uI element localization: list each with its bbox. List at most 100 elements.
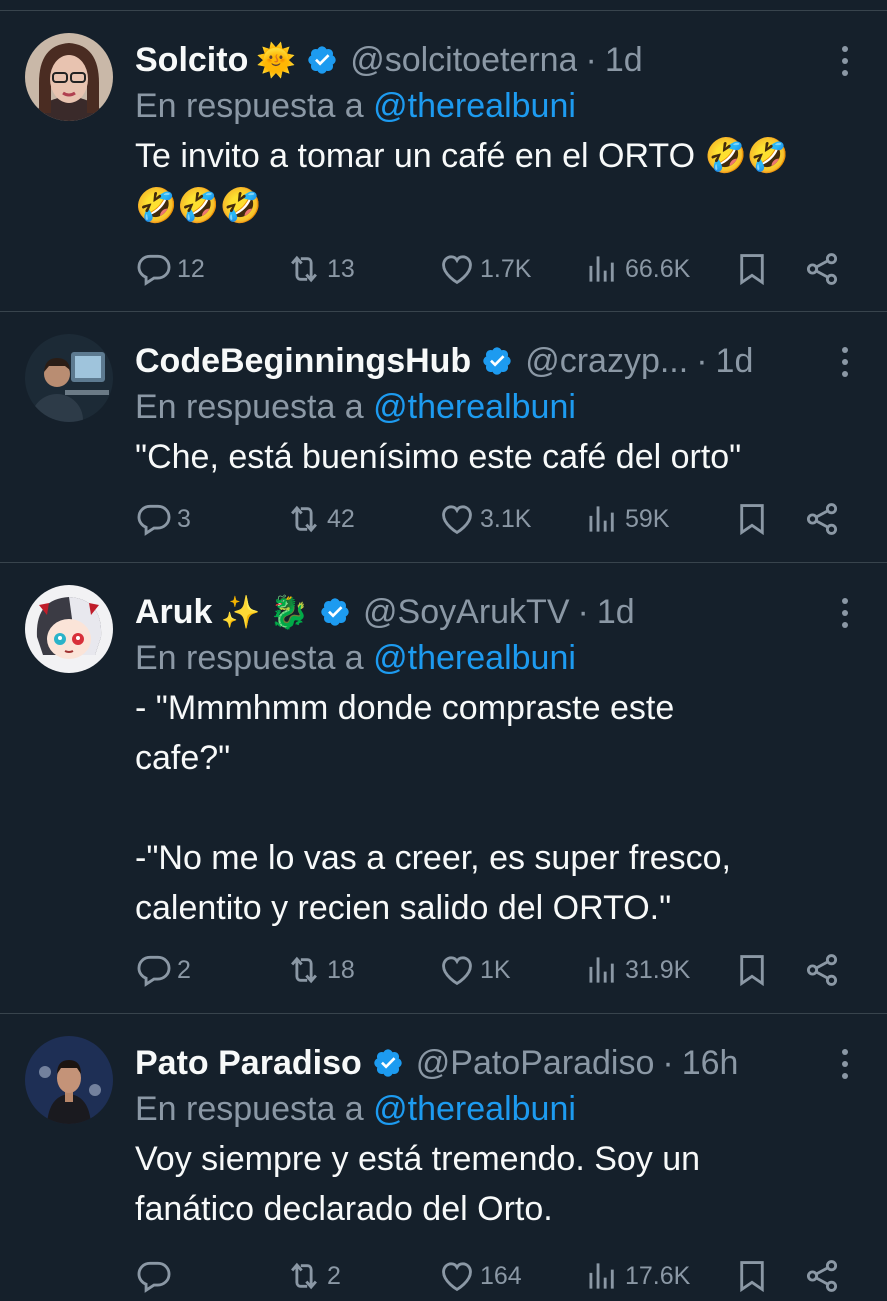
separator-dot: · xyxy=(577,592,589,631)
like-count: 1K xyxy=(480,955,511,984)
reply-icon xyxy=(137,504,171,536)
reply-count: 12 xyxy=(177,254,205,283)
verified-badge-icon xyxy=(483,347,511,375)
bookmark-icon xyxy=(740,504,764,536)
reply-mention[interactable]: @therealbuni xyxy=(373,87,576,125)
avatar[interactable] xyxy=(25,33,113,121)
bookmark-button[interactable] xyxy=(733,500,771,538)
views-count: 17.6K xyxy=(625,1261,691,1290)
views-button[interactable]: 17.6K xyxy=(583,1257,690,1295)
reply-context: En respuesta a @therealbuni xyxy=(135,639,576,678)
share-button[interactable] xyxy=(803,500,841,538)
separator-dot: · xyxy=(585,40,597,79)
retweet-count: 2 xyxy=(327,1261,341,1290)
tweet[interactable]: CodeBeginningsHub @crazyp... · 1d En res… xyxy=(0,312,887,563)
author-name[interactable]: Pato Paradiso xyxy=(135,1044,362,1083)
share-icon xyxy=(806,954,838,986)
verified-badge-icon xyxy=(308,46,336,74)
reply-button[interactable]: 2 xyxy=(135,951,191,989)
like-icon xyxy=(442,1262,472,1292)
views-button[interactable]: 66.6K xyxy=(583,250,690,288)
like-button[interactable]: 1.7K xyxy=(438,250,531,288)
reply-prefix: En respuesta a xyxy=(135,388,374,426)
timestamp[interactable]: 16h xyxy=(682,1044,739,1083)
retweet-button[interactable]: 2 xyxy=(285,1257,341,1295)
bookmark-button[interactable] xyxy=(733,951,771,989)
like-count: 1.7K xyxy=(480,254,532,283)
author-handle[interactable]: @PatoParadiso xyxy=(416,1044,655,1083)
timestamp[interactable]: 1d xyxy=(597,593,635,632)
avatar[interactable] xyxy=(25,334,113,422)
author-handle[interactable]: @crazyp... xyxy=(525,342,688,381)
avatar[interactable] xyxy=(25,1036,113,1124)
tweet[interactable]: Aruk ✨ 🐉 @SoyArukTV · 1d En respuesta a … xyxy=(0,563,887,1014)
share-button[interactable] xyxy=(803,951,841,989)
like-count: 3.1K xyxy=(480,504,532,533)
share-button[interactable] xyxy=(803,1257,841,1295)
views-button[interactable]: 31.9K xyxy=(583,951,690,989)
avatar[interactable] xyxy=(25,585,113,673)
like-icon xyxy=(442,505,472,535)
views-count: 66.6K xyxy=(625,254,691,283)
more-icon[interactable] xyxy=(833,43,857,79)
author-handle[interactable]: @solcitoeterna xyxy=(350,41,577,80)
retweet-icon xyxy=(291,505,317,533)
name-emoji: 🌞 xyxy=(256,42,297,78)
action-bar: 2 18 1K 31.9K xyxy=(135,948,867,992)
like-button[interactable]: 1K xyxy=(438,951,511,989)
timestamp[interactable]: 1d xyxy=(605,41,643,80)
like-count: 164 xyxy=(480,1261,522,1290)
retweet-button[interactable]: 42 xyxy=(285,500,355,538)
tweet-text: Voy siempre y está tremendo. Soy un faná… xyxy=(135,1140,701,1228)
reply-context: En respuesta a @therealbuni xyxy=(135,87,576,126)
views-icon xyxy=(589,506,614,532)
retweet-icon xyxy=(291,1262,317,1290)
like-button[interactable]: 164 xyxy=(438,1257,522,1295)
share-button[interactable] xyxy=(803,250,841,288)
reply-button[interactable]: 3 xyxy=(135,500,191,538)
reply-mention[interactable]: @therealbuni xyxy=(373,1090,576,1128)
author-handle[interactable]: @SoyArukTV xyxy=(363,593,569,632)
views-count: 31.9K xyxy=(625,955,691,984)
reply-context: En respuesta a @therealbuni xyxy=(135,388,576,427)
name-emoji: ✨ 🐉 xyxy=(220,594,310,630)
views-icon xyxy=(589,1263,614,1289)
reply-mention[interactable]: @therealbuni xyxy=(373,639,576,677)
reply-button[interactable]: 12 xyxy=(135,250,205,288)
more-icon[interactable] xyxy=(833,595,857,631)
action-bar: 3 42 3.1K 59K xyxy=(135,497,867,541)
views-icon xyxy=(589,957,614,983)
bookmark-button[interactable] xyxy=(733,250,771,288)
share-icon xyxy=(806,253,838,285)
author-name[interactable]: Aruk xyxy=(135,593,212,632)
tweet[interactable]: Pato Paradiso @PatoParadiso · 16h En res… xyxy=(0,1014,887,1301)
reply-icon xyxy=(137,1261,171,1293)
author-name[interactable]: CodeBeginningsHub xyxy=(135,342,471,381)
retweet-count: 18 xyxy=(327,955,355,984)
reply-icon xyxy=(137,254,171,286)
like-icon xyxy=(442,255,472,285)
tweet[interactable]: Solcito 🌞 @solcitoeterna · 1d En respues… xyxy=(0,10,887,312)
retweet-count: 13 xyxy=(327,254,355,283)
more-icon[interactable] xyxy=(833,344,857,380)
reply-button[interactable] xyxy=(135,1257,177,1295)
like-icon xyxy=(442,956,472,986)
verified-badge-icon xyxy=(374,1049,402,1077)
retweet-button[interactable]: 18 xyxy=(285,951,355,989)
timestamp[interactable]: 1d xyxy=(716,342,754,381)
action-bar: 2 164 17.6K xyxy=(135,1254,867,1298)
bookmark-button[interactable] xyxy=(733,1257,771,1295)
reply-mention[interactable]: @therealbuni xyxy=(373,388,576,426)
views-button[interactable]: 59K xyxy=(583,500,669,538)
more-icon[interactable] xyxy=(833,1046,857,1082)
separator-dot: · xyxy=(662,1043,674,1082)
bookmark-icon xyxy=(740,1261,764,1293)
reply-icon xyxy=(137,955,171,987)
action-bar: 12 13 1.7K 66.6K xyxy=(135,247,867,291)
reply-count: 2 xyxy=(177,955,191,984)
tweet-text: "Che, está buenísimo este café del orto" xyxy=(135,438,742,476)
share-icon xyxy=(806,503,838,535)
retweet-button[interactable]: 13 xyxy=(285,250,355,288)
like-button[interactable]: 3.1K xyxy=(438,500,531,538)
author-name[interactable]: Solcito xyxy=(135,41,248,80)
